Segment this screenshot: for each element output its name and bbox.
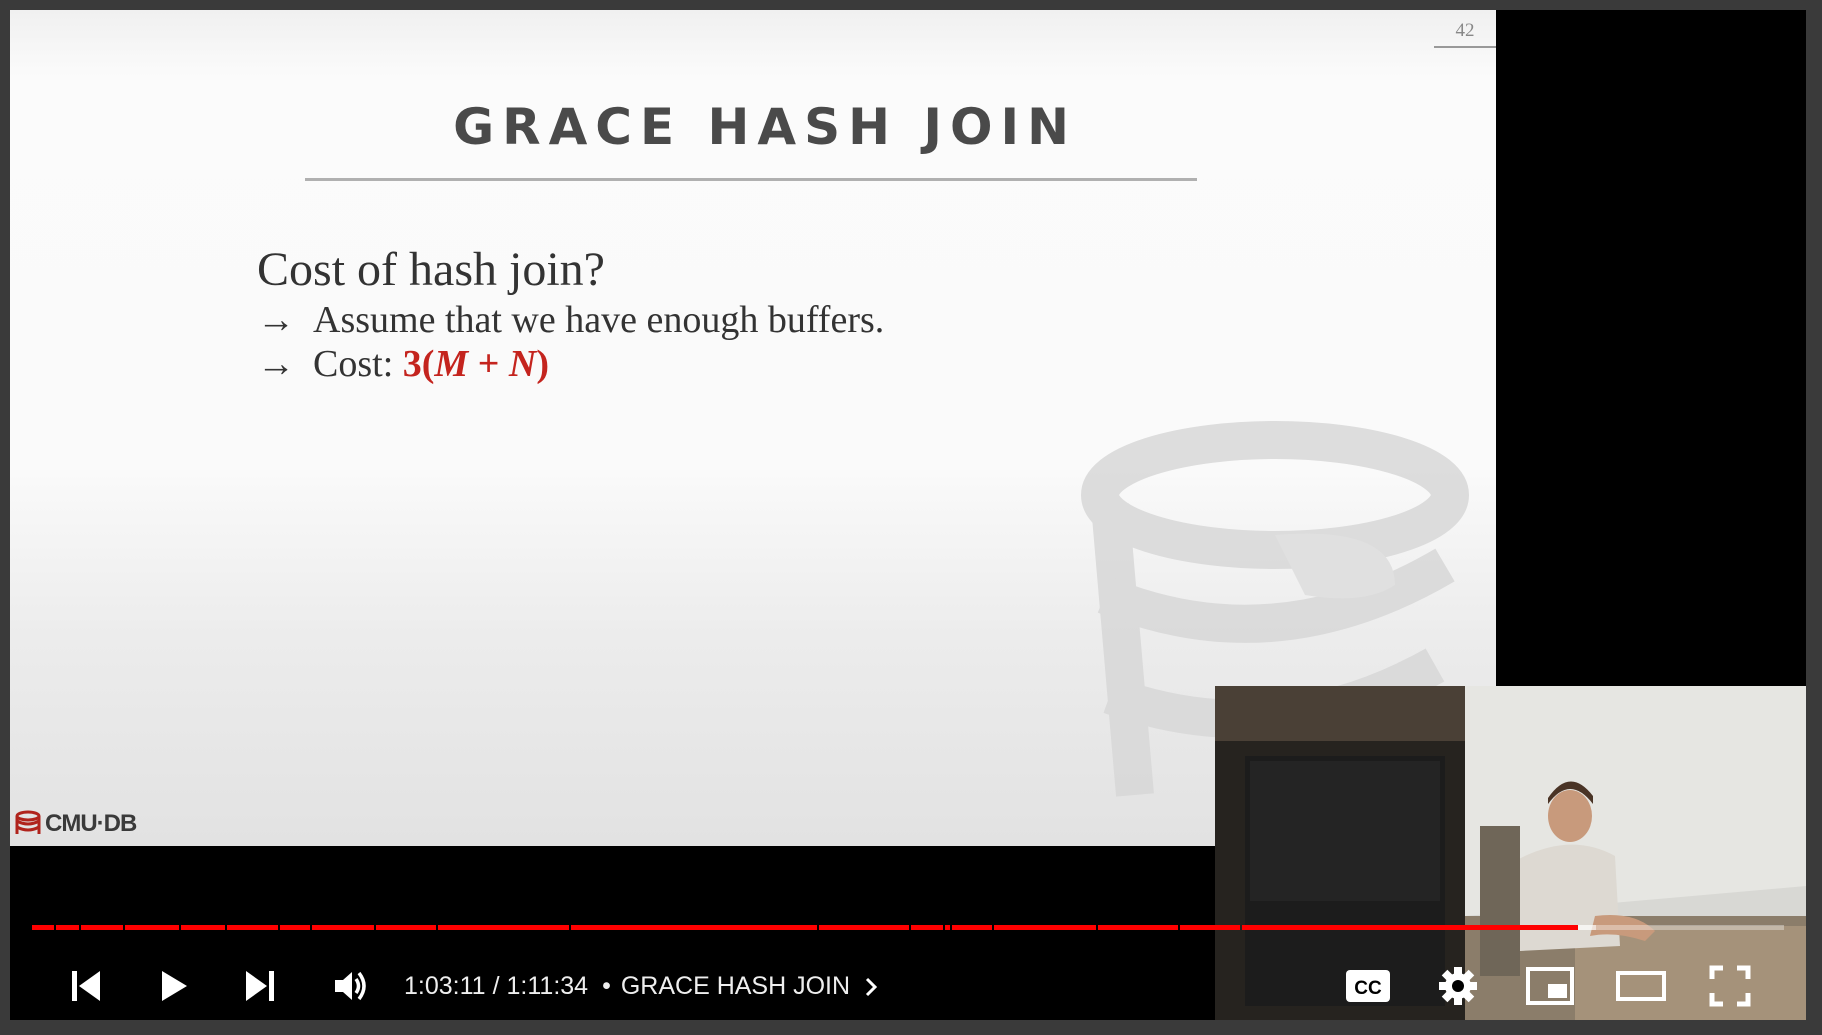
next-button[interactable] xyxy=(236,962,284,1010)
formula-n: N xyxy=(508,343,537,385)
progress-played xyxy=(952,925,992,930)
previous-button[interactable] xyxy=(62,962,110,1010)
chapter-title: GRACE HASH JOIN xyxy=(620,972,851,1000)
logo-text: CMU·DB xyxy=(45,810,137,837)
bullet-assume: → Assume that we have enough buffers. xyxy=(257,298,884,342)
progress-chapter-segment[interactable] xyxy=(438,925,569,930)
progress-chapter-segment[interactable] xyxy=(227,925,278,930)
progress-played xyxy=(1180,925,1240,930)
progress-chapter-segment[interactable] xyxy=(1180,925,1240,930)
progress-played xyxy=(438,925,569,930)
formula-suffix: ) xyxy=(536,343,549,385)
progress-chapter-segment[interactable] xyxy=(81,925,123,930)
progress-played xyxy=(227,925,278,930)
progress-chapter-segment[interactable] xyxy=(125,925,179,930)
progress-played xyxy=(1098,925,1178,930)
progress-chapter-segment[interactable] xyxy=(1242,925,1784,930)
progress-played xyxy=(32,925,54,930)
current-time: 1:03:11 xyxy=(404,972,486,1000)
progress-played xyxy=(181,925,225,930)
gear-icon xyxy=(1439,967,1477,1005)
formula-m: M xyxy=(434,343,469,385)
progress-chapter-segment[interactable] xyxy=(32,925,54,930)
progress-chapter-segment[interactable] xyxy=(181,925,225,930)
theater-mode-icon xyxy=(1616,971,1666,1001)
play-button[interactable] xyxy=(150,962,198,1010)
theater-mode-button[interactable] xyxy=(1613,962,1669,1010)
slide-number: 42 xyxy=(1434,20,1496,48)
progress-chapter-segment[interactable] xyxy=(56,925,79,930)
arrow-glyph: → xyxy=(257,343,295,385)
bullet-cost: → Cost: 3(M + N) xyxy=(257,342,884,386)
formula-prefix: 3( xyxy=(402,343,435,385)
progress-played xyxy=(911,925,943,930)
chapter-button[interactable]: GRACE HASH JOIN xyxy=(621,972,884,1001)
chapter-separator: • xyxy=(602,972,611,1000)
svg-text:CC: CC xyxy=(1354,978,1382,999)
settings-button[interactable] xyxy=(1430,962,1486,1010)
title-divider xyxy=(305,178,1197,181)
bullet-text: Assume that we have enough buffers. xyxy=(313,299,885,341)
slide-heading: Cost of hash join? xyxy=(257,243,605,296)
cost-label: Cost: xyxy=(313,343,394,385)
arrow-glyph: → xyxy=(257,299,295,341)
miniplayer-button[interactable] xyxy=(1522,962,1578,1010)
slide-body: Cost of hash join? → Assume that we have … xyxy=(257,242,884,386)
miniplayer-icon xyxy=(1526,967,1574,1005)
volume-button[interactable] xyxy=(327,962,375,1010)
captions-button[interactable]: CC xyxy=(1340,962,1396,1010)
volume-icon xyxy=(335,971,366,1001)
duration: 1:11:34 xyxy=(506,972,589,1000)
progress-chapter-segment[interactable] xyxy=(994,925,1096,930)
progress-played xyxy=(376,925,436,930)
formula-plus: + xyxy=(468,343,509,385)
progress-played xyxy=(571,925,817,930)
fullscreen-button[interactable] xyxy=(1702,962,1758,1010)
progress-chapter-segment[interactable] xyxy=(945,925,950,930)
player-controls: 1:03:11 / 1:11:34 • GRACE HASH JOIN CC xyxy=(10,950,1806,1020)
slide-title: GRACE HASH JOIN xyxy=(453,98,1077,156)
skip-next-icon xyxy=(246,971,274,1001)
chevron-right-icon xyxy=(865,977,878,996)
progress-played xyxy=(280,925,310,930)
database-logo-icon xyxy=(15,810,41,834)
progress-chapter-segment[interactable] xyxy=(376,925,436,930)
progress-chapter-segment[interactable] xyxy=(952,925,992,930)
progress-played xyxy=(125,925,179,930)
progress-chapter-segment[interactable] xyxy=(911,925,943,930)
progress-chapter-segment[interactable] xyxy=(1098,925,1178,930)
progress-chapter-segment[interactable] xyxy=(819,925,909,930)
cost-formula: 3(M + N) xyxy=(403,343,549,385)
progress-chapter-segment[interactable] xyxy=(280,925,310,930)
progress-played xyxy=(1242,925,1579,930)
progress-played xyxy=(81,925,123,930)
play-icon xyxy=(162,971,187,1001)
fullscreen-icon xyxy=(1709,965,1751,1007)
progress-played xyxy=(56,925,79,930)
time-display: 1:03:11 / 1:11:34 • GRACE HASH JOIN xyxy=(404,972,884,1001)
time-separator: / xyxy=(492,972,500,1000)
progress-chapter-segment[interactable] xyxy=(312,925,374,930)
progress-bar[interactable] xyxy=(32,923,1784,931)
progress-played xyxy=(994,925,1096,930)
progress-chapter-segment[interactable] xyxy=(571,925,817,930)
progress-played xyxy=(312,925,374,930)
closed-captions-icon: CC xyxy=(1346,970,1390,1002)
progress-played xyxy=(819,925,909,930)
skip-previous-icon xyxy=(72,971,100,1001)
video-player[interactable]: 42 GRACE HASH JOIN Cost of hash join? → A… xyxy=(10,10,1806,1020)
progress-played xyxy=(945,925,950,930)
cmu-db-logo: CMU·DB xyxy=(14,810,137,838)
